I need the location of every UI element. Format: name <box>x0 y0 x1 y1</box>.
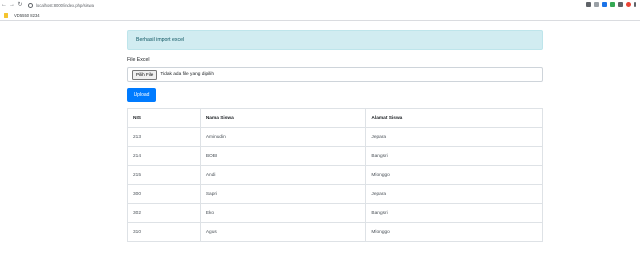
table-row: 310 Agus Mlonggo <box>127 222 543 242</box>
cell-nama: BOBI <box>199 146 367 166</box>
back-icon[interactable]: ← <box>0 0 8 10</box>
cell-nama: Eko <box>199 203 367 223</box>
extension-icon-3[interactable] <box>618 2 623 7</box>
cell-nis: 214 <box>127 146 201 166</box>
extension-icon[interactable] <box>602 2 607 7</box>
extension-icon-2[interactable] <box>610 2 615 7</box>
bookmark-item[interactable]: VD5550 8234 <box>14 13 40 18</box>
cell-alamat: Mlonggo <box>365 165 543 185</box>
choose-file-button[interactable]: Pilih File <box>132 69 158 80</box>
menu-icon[interactable] <box>634 2 636 7</box>
table-row: 300 Sapri Jepara <box>127 184 543 204</box>
url-field[interactable]: localhost:8000/index.php/siswa <box>28 2 94 8</box>
main-container: Berhasil import excel File Excel Pilih F… <box>127 30 543 242</box>
bookmarks-bar: VD5550 8234 <box>0 11 640 21</box>
table-row: 214 BOBI Bangsri <box>127 146 543 166</box>
file-label: File Excel <box>127 57 150 63</box>
table-row: 302 Eko Bangsri <box>127 203 543 223</box>
header-nama-siswa: Nama Siswa <box>199 108 367 128</box>
cell-nama: Agus <box>199 222 367 242</box>
bookmark-star-icon[interactable] <box>594 2 599 7</box>
cell-nis: 300 <box>127 184 201 204</box>
upload-button[interactable]: Upload <box>127 88 156 102</box>
browser-toolbar-icons <box>586 2 636 7</box>
cell-nama: Sapri <box>199 184 367 204</box>
translate-icon[interactable] <box>586 2 591 7</box>
file-input[interactable]: Pilih File Tidak ada file yang dipilih <box>127 67 543 82</box>
cell-alamat: Bangsri <box>365 203 543 223</box>
alert-message: Berhasil import excel <box>136 37 185 43</box>
profile-avatar[interactable] <box>626 2 631 7</box>
cell-nis: 302 <box>127 203 201 223</box>
reload-icon[interactable]: ↻ <box>16 0 24 10</box>
bookmark-folder-icon <box>4 13 8 18</box>
table-header-row: NIS Nama Siswa Alamat Siswa <box>127 108 543 128</box>
students-table: NIS Nama Siswa Alamat Siswa 213 Aminudin… <box>127 108 543 242</box>
success-alert: Berhasil import excel <box>127 30 543 50</box>
cell-alamat: Jepara <box>365 127 543 147</box>
info-icon[interactable] <box>28 2 33 8</box>
url-text: localhost:8000/index.php/siswa <box>36 2 94 8</box>
address-bar: ← → ↻ localhost:8000/index.php/siswa <box>0 0 640 10</box>
header-alamat-siswa: Alamat Siswa <box>365 108 543 128</box>
cell-alamat: Mlonggo <box>365 222 543 242</box>
cell-nis: 215 <box>127 165 201 185</box>
no-file-text: Tidak ada file yang dipilih <box>160 72 215 77</box>
cell-nis: 310 <box>127 222 201 242</box>
cell-nama: Aminudin <box>199 127 367 147</box>
table-row: 215 Andi Mlonggo <box>127 165 543 185</box>
table-row: 213 Aminudin Jepara <box>127 127 543 147</box>
forward-icon[interactable]: → <box>8 0 16 10</box>
cell-nama: Andi <box>199 165 367 185</box>
header-nis: NIS <box>127 108 201 128</box>
cell-alamat: Jepara <box>365 184 543 204</box>
cell-alamat: Bangsri <box>365 146 543 166</box>
cell-nis: 213 <box>127 127 201 147</box>
